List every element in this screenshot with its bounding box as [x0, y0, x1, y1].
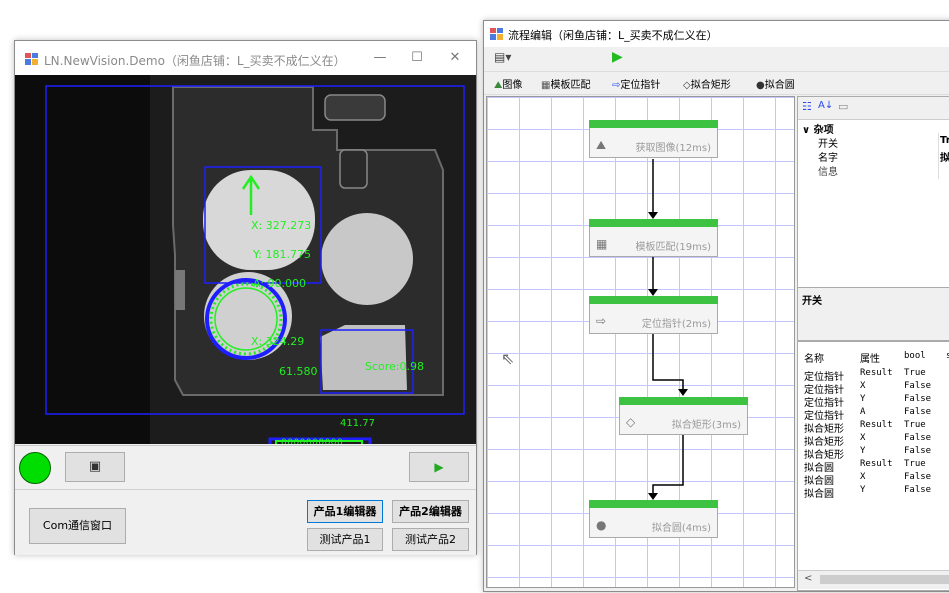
- column-header-name[interactable]: 名称: [804, 350, 824, 365]
- table-cell-attribute[interactable]: X: [860, 433, 865, 443]
- vision-demo-window: LN.NewVision.Demo（闲鱼店铺：L_买卖不成仁义在） — ☐ ✕: [14, 40, 477, 555]
- close-button[interactable]: ✕: [439, 50, 471, 65]
- template-icon: ▦: [596, 237, 608, 251]
- table-cell-attribute[interactable]: Y: [860, 446, 865, 456]
- image-icon: ⛰: [596, 138, 607, 152]
- app-icon: [490, 28, 503, 40]
- circle-icon: ●: [756, 80, 765, 91]
- test-product2-button[interactable]: 测试产品2: [392, 528, 469, 551]
- rect-value-label: 411.77: [340, 418, 375, 429]
- sort-alpha-icon[interactable]: A↓: [818, 100, 833, 111]
- table-cell-bool[interactable]: False: [904, 446, 931, 456]
- window-titlebar[interactable]: LN.NewVision.Demo（闲鱼店铺：L_买卖不成仁义在） — ☐ ✕: [15, 41, 476, 75]
- property-name-info: 信息: [818, 167, 838, 178]
- test-product1-button[interactable]: 测试产品1: [307, 528, 383, 551]
- run-play-icon[interactable]: ▶: [612, 49, 623, 65]
- image-dropdown-icon[interactable]: ▤▾: [494, 50, 511, 64]
- control-bar: ▣ ▶: [15, 445, 476, 490]
- column-divider: [938, 133, 939, 179]
- circle-x-label: X: 324.29: [251, 335, 305, 348]
- main-toolbar: ▤▾ ▶: [484, 47, 949, 71]
- property-value-name[interactable]: 拟: [940, 149, 949, 164]
- property-category: ∨ 杂项: [802, 125, 834, 136]
- flow-node-template-match[interactable]: ▦ 模板匹配(19ms): [589, 219, 718, 257]
- circle-icon: ●: [596, 518, 607, 532]
- product2-editor-button[interactable]: 产品2编辑器: [392, 500, 469, 523]
- flow-node-fit-rectangle[interactable]: ◇ 拟合矩形(3ms): [619, 397, 748, 435]
- app-icon: [25, 53, 38, 65]
- property-name-switch: 开关: [818, 139, 838, 150]
- score-label: Score:0.98: [365, 360, 425, 373]
- tool-image[interactable]: ⛰图像: [494, 76, 522, 91]
- table-cell-bool[interactable]: False: [904, 485, 931, 495]
- flow-node-locate-pointer[interactable]: ⇨ 定位指针(2ms): [589, 296, 718, 334]
- tool-locate-pointer[interactable]: ⇨定位指针: [612, 76, 660, 91]
- description-title: 开关: [802, 296, 822, 307]
- property-grid: ☷ A↓ ▭ ∨ 杂项 开关 Tr 名字 拟 信息: [797, 96, 949, 288]
- column-header-attribute[interactable]: 属性: [860, 350, 880, 365]
- tool-toolbar: ⛰图像 ▦模板匹配 ⇨定位指针 ◇拟合矩形 ●拟合圆: [484, 71, 949, 95]
- result-table: 名称 属性 bool s 定位指针 Result True 定位指针 X False 定位指…: [797, 341, 949, 591]
- window-titlebar[interactable]: 流程编辑（闲鱼店铺：L_买卖不成仁义在）: [484, 21, 949, 47]
- table-cell-bool[interactable]: False: [904, 433, 931, 443]
- property-toolbar: ☷ A↓ ▭: [798, 97, 949, 120]
- table-cell-bool[interactable]: False: [904, 381, 931, 391]
- tool-template-match[interactable]: ▦模板匹配: [541, 76, 590, 91]
- table-cell-name[interactable]: 拟合圆: [804, 485, 834, 500]
- com-window-button[interactable]: Com通信窗口: [29, 508, 126, 544]
- table-cell-attribute[interactable]: Result: [860, 459, 893, 469]
- camera-image: [15, 75, 476, 444]
- y-coordinate-label: Y: 181.775: [253, 248, 311, 261]
- flow-node-acquire-image[interactable]: ⛰ 获取图像(12ms): [589, 120, 718, 158]
- table-cell-attribute[interactable]: Y: [860, 485, 865, 495]
- status-indicator: [19, 452, 51, 484]
- circle-y-label: 61.580: [279, 365, 318, 378]
- table-cell-attribute[interactable]: Y: [860, 394, 865, 404]
- column-header-bool[interactable]: bool: [904, 351, 926, 361]
- table-cell-bool[interactable]: True: [904, 368, 926, 378]
- table-cell-attribute[interactable]: A: [860, 407, 865, 417]
- flow-node-fit-circle[interactable]: ● 拟合圆(4ms): [589, 500, 718, 538]
- property-value-switch[interactable]: Tr: [940, 135, 949, 146]
- property-description: 开关: [797, 287, 949, 341]
- play-icon: ▶: [434, 460, 444, 474]
- table-cell-bool[interactable]: True: [904, 420, 926, 430]
- table-cell-bool[interactable]: True: [904, 459, 926, 469]
- tool-fit-circle[interactable]: ●拟合圆: [756, 76, 795, 91]
- diamond-icon: ◇: [626, 415, 636, 429]
- camera-button[interactable]: ▣: [65, 452, 125, 482]
- maximize-button[interactable]: ☐: [401, 50, 433, 65]
- run-button[interactable]: ▶: [409, 452, 469, 482]
- categorized-icon[interactable]: ☷: [802, 100, 812, 113]
- window-title: LN.NewVision.Demo（闲鱼店铺：L_买卖不成仁义在）: [44, 54, 346, 68]
- x-coordinate-label: X: 327.273: [251, 219, 312, 232]
- table-cell-bool[interactable]: False: [904, 472, 931, 482]
- arrow-icon: ⇨: [596, 314, 607, 328]
- table-cell-bool[interactable]: False: [904, 394, 931, 404]
- table-cell-attribute[interactable]: Result: [860, 368, 893, 378]
- table-cell-attribute[interactable]: Result: [860, 420, 893, 430]
- horizontal-scrollbar[interactable]: <: [798, 570, 949, 589]
- button-panel: Com通信窗口 产品1编辑器 产品2编辑器 测试产品1 测试产品2: [15, 489, 476, 555]
- flow-canvas[interactable]: ⛰ 获取图像(12ms) ▦ 模板匹配(19ms) ⇨ 定位指针(2ms) ◇ …: [486, 96, 795, 588]
- diamond-icon: ◇: [683, 80, 691, 91]
- table-cell-attribute[interactable]: X: [860, 472, 865, 482]
- scroll-left-icon[interactable]: <: [804, 573, 812, 584]
- camera-view[interactable]: X: 327.273 Y: 181.775 A: 90.000 X: 324.2…: [15, 75, 476, 444]
- window-title: 流程编辑（闲鱼店铺：L_买卖不成仁义在）: [508, 29, 718, 42]
- table-cell-bool[interactable]: False: [904, 407, 931, 417]
- product1-editor-button[interactable]: 产品1编辑器: [307, 500, 383, 523]
- minimize-button[interactable]: —: [364, 50, 396, 65]
- collapse-icon[interactable]: ∨: [802, 125, 814, 136]
- rect-pattern-label: 0000000000: [281, 438, 344, 444]
- mouse-cursor-icon: ⇖: [501, 349, 515, 368]
- table-cell-attribute[interactable]: X: [860, 381, 865, 391]
- angle-label: A: 90.000: [253, 277, 307, 290]
- scrollbar-thumb[interactable]: [820, 575, 949, 584]
- tool-fit-rectangle[interactable]: ◇拟合矩形: [683, 76, 731, 91]
- property-name-name: 名字: [818, 153, 838, 164]
- camera-icon: ▣: [88, 459, 102, 474]
- flow-editor-window: 流程编辑（闲鱼店铺：L_买卖不成仁义在） ▤▾ ▶ ⛰图像 ▦模板匹配 ⇨定位指…: [483, 20, 949, 592]
- property-pages-icon[interactable]: ▭: [838, 100, 848, 113]
